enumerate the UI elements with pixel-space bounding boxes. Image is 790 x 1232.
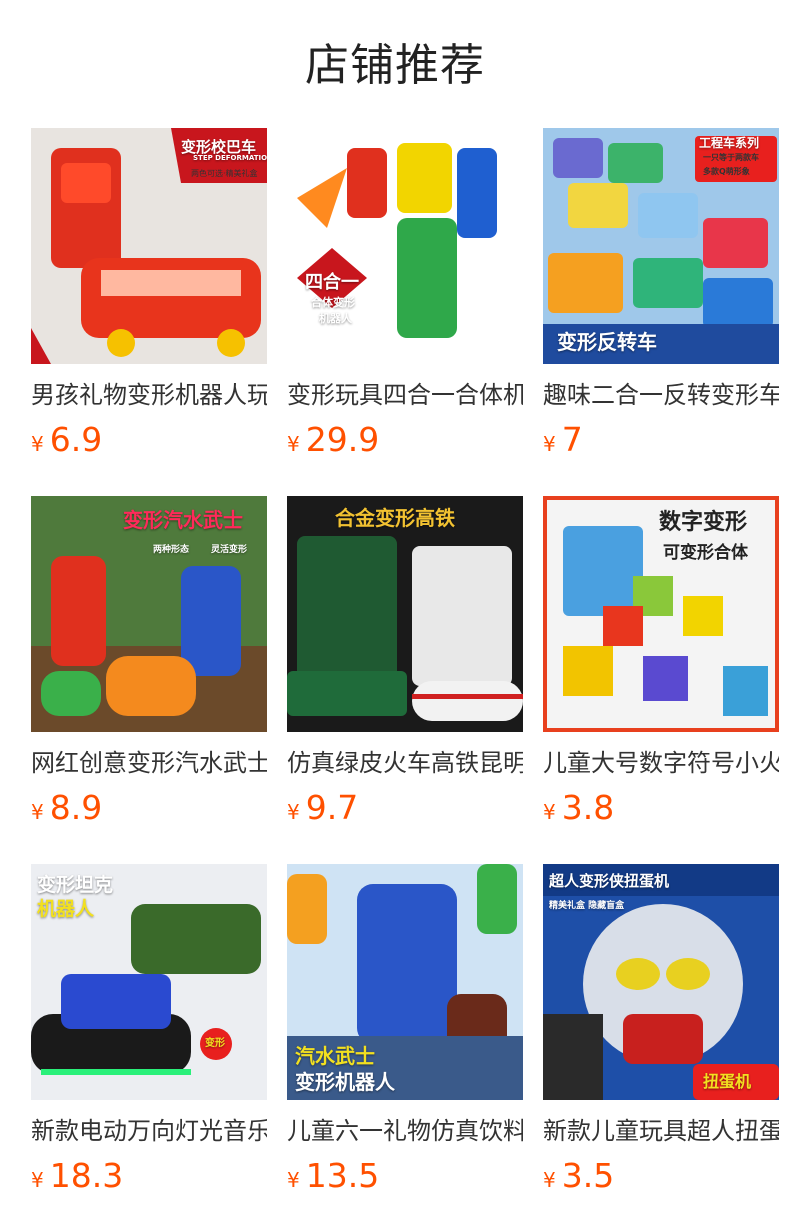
- product-card[interactable]: 数字变形 可变形合体 儿童大号数字符号小火车 ¥3.8: [543, 496, 779, 864]
- currency-symbol: ¥: [287, 432, 300, 456]
- product-price: ¥13.5: [287, 1154, 523, 1204]
- currency-symbol: ¥: [31, 800, 44, 824]
- price-value: 18.3: [49, 1156, 124, 1195]
- currency-symbol: ¥: [543, 800, 556, 824]
- image-tag: 扭蛋机: [703, 1072, 752, 1091]
- product-price: ¥6.9: [31, 418, 267, 468]
- currency-symbol: ¥: [31, 1168, 44, 1192]
- product-card[interactable]: 变形汽水武士 两种形态 灵活变形 网红创意变形汽水武士 ¥8.9: [31, 496, 267, 864]
- image-subtitle: 机器人: [37, 898, 95, 920]
- product-title[interactable]: 新款电动万向灯光音乐坦克: [31, 1114, 267, 1148]
- image-subtitle: STEP DEFORMATION: [193, 154, 267, 162]
- product-card[interactable]: 工程车系列 一只等于两款车 多款Q萌形象 变形反转车 趣味二合一反转变形车 ¥7: [543, 128, 779, 496]
- product-title[interactable]: 儿童大号数字符号小火车: [543, 746, 779, 780]
- product-price: ¥29.9: [287, 418, 523, 468]
- product-price: ¥8.9: [31, 786, 267, 836]
- product-image[interactable]: 工程车系列 一只等于两款车 多款Q萌形象 变形反转车: [543, 128, 779, 364]
- product-image[interactable]: 数字变形 可变形合体: [543, 496, 779, 732]
- product-card[interactable]: 变形坦克 机器人 变形 新款电动万向灯光音乐坦克 ¥18.3: [31, 864, 267, 1232]
- product-card[interactable]: 汽水武士 变形机器人 儿童六一礼物仿真饮料机器人 ¥13.5: [287, 864, 523, 1232]
- product-card[interactable]: 四合一 合体变形 机器人 变形玩具四合一合体机器人 ¥29.9: [287, 128, 523, 496]
- currency-symbol: ¥: [543, 1168, 556, 1192]
- price-value: 9.7: [305, 788, 359, 827]
- product-card[interactable]: 合金变形高铁 仿真绿皮火车高铁昆明 ¥9.7: [287, 496, 523, 864]
- product-title[interactable]: 仿真绿皮火车高铁昆明: [287, 746, 523, 780]
- image-subtitle: 精美礼盒 隐藏盲盒: [549, 901, 625, 911]
- price-value: 29.9: [305, 420, 380, 459]
- image-tag: 变形: [205, 1038, 225, 1049]
- price-value: 13.5: [305, 1156, 380, 1195]
- price-value: 7: [561, 420, 583, 459]
- product-price: ¥3.5: [543, 1154, 779, 1204]
- image-badge: 数字变形: [659, 510, 748, 535]
- image-badge: 超人变形侠扭蛋机: [549, 872, 670, 890]
- product-image[interactable]: 超人变形侠扭蛋机 精美礼盒 隐藏盲盒 扭蛋机: [543, 864, 779, 1100]
- image-tag: 机器人: [319, 312, 352, 325]
- price-value: 3.5: [561, 1156, 615, 1195]
- image-subtitle: 两种形态: [153, 545, 190, 555]
- image-subtitle: 变形机器人: [295, 1070, 395, 1094]
- image-badge: 变形坦克: [37, 874, 114, 896]
- product-title[interactable]: 变形玩具四合一合体机器人: [287, 378, 523, 412]
- image-tag: 两色可选·精美礼盒: [191, 169, 258, 178]
- image-tag: 多款Q萌形象: [703, 167, 750, 176]
- image-badge: 汽水武士: [295, 1044, 375, 1068]
- product-image[interactable]: 变形校巴车 STEP DEFORMATION 两色可选·精美礼盒: [31, 128, 267, 364]
- currency-symbol: ¥: [287, 1168, 300, 1192]
- product-image[interactable]: 汽水武士 变形机器人: [287, 864, 523, 1100]
- product-image[interactable]: 变形汽水武士 两种形态 灵活变形: [31, 496, 267, 732]
- product-image[interactable]: 变形坦克 机器人 变形: [31, 864, 267, 1100]
- product-image[interactable]: 四合一 合体变形 机器人: [287, 128, 523, 364]
- product-price: ¥3.8: [543, 786, 779, 836]
- product-price: ¥18.3: [31, 1154, 267, 1204]
- currency-symbol: ¥: [543, 432, 556, 456]
- product-title[interactable]: 新款儿童玩具超人扭蛋机: [543, 1114, 779, 1148]
- product-price: ¥9.7: [287, 786, 523, 836]
- product-price: ¥7: [543, 418, 779, 468]
- image-badge: 工程车系列: [699, 136, 760, 150]
- image-badge: 四合一: [305, 272, 359, 293]
- product-title[interactable]: 趣味二合一反转变形车: [543, 378, 779, 412]
- product-card[interactable]: 超人变形侠扭蛋机 精美礼盒 隐藏盲盒 扭蛋机 新款儿童玩具超人扭蛋机 ¥3.5: [543, 864, 779, 1232]
- product-title[interactable]: 网红创意变形汽水武士: [31, 746, 267, 780]
- price-value: 6.9: [49, 420, 103, 459]
- image-badge: 变形汽水武士: [123, 508, 243, 532]
- image-tag: 灵活变形: [211, 545, 248, 555]
- product-image[interactable]: 合金变形高铁: [287, 496, 523, 732]
- price-value: 8.9: [49, 788, 103, 827]
- product-title[interactable]: 儿童六一礼物仿真饮料机器人: [287, 1114, 523, 1148]
- product-card[interactable]: 变形校巴车 STEP DEFORMATION 两色可选·精美礼盒 男孩礼物变形机…: [31, 128, 267, 496]
- image-subtitle: 合体变形: [311, 296, 355, 309]
- image-subtitle: 可变形合体: [663, 543, 748, 563]
- product-title[interactable]: 男孩礼物变形机器人玩具: [31, 378, 267, 412]
- image-subtitle: 一只等于两款车: [703, 153, 759, 162]
- image-badge: 合金变形高铁: [335, 506, 455, 530]
- price-value: 3.8: [561, 788, 615, 827]
- product-grid: 变形校巴车 STEP DEFORMATION 两色可选·精美礼盒 男孩礼物变形机…: [31, 128, 790, 1232]
- image-footer: 变形反转车: [557, 330, 657, 354]
- page-title: 店铺推荐: [305, 40, 485, 91]
- currency-symbol: ¥: [31, 432, 44, 456]
- currency-symbol: ¥: [287, 800, 300, 824]
